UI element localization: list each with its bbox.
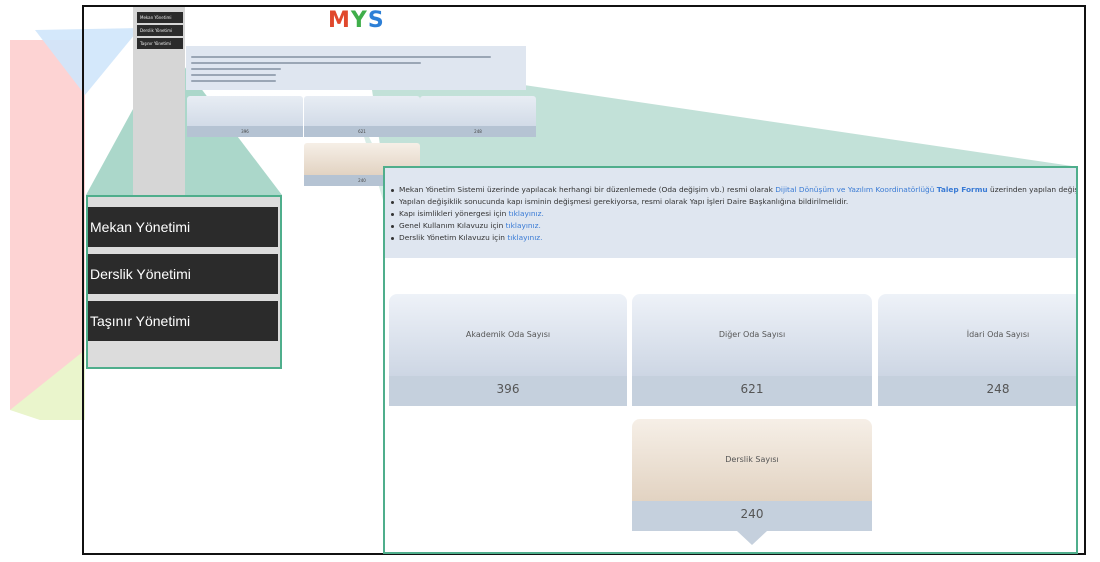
stat-value: 621 — [740, 382, 764, 396]
link-dijital-donusum[interactable]: Dijital Dönüşüm ve Yazılım Koordinatörlü… — [775, 185, 934, 194]
mini-menu-derslik[interactable]: Derslik Yönetimi — [137, 25, 183, 36]
stat-card-idari[interactable]: İdari Oda Sayısı 248 — [878, 294, 1076, 406]
notice-item: Derslik Yönetim Kılavuzu için tıklayınız… — [391, 233, 543, 242]
stat-label: Diğer Oda Sayısı — [718, 330, 786, 339]
zoomed-main-panel: Mekan Yönetim Sistemi üzerinde yapılacak… — [383, 166, 1078, 554]
stat-card-derslik[interactable]: Derslik Sayısı 240 — [632, 419, 872, 531]
mini-menu-tasinir[interactable]: Taşınır Yönetimi — [137, 38, 183, 49]
logo-letter-s: S — [367, 8, 385, 33]
menu-mekan-yonetimi[interactable]: Mekan Yönetimi — [88, 207, 278, 247]
link-genel-kilavuz[interactable]: tıklayınız. — [506, 221, 541, 230]
logo-letter-m: M — [328, 8, 351, 33]
link-derslik-kilavuz[interactable]: tıklayınız. — [507, 233, 542, 242]
mys-logo: MYS — [328, 10, 384, 40]
notice-box: Mekan Yönetim Sistemi üzerinde yapılacak… — [385, 168, 1076, 258]
logo-letters: MYS — [328, 10, 384, 32]
notice-item: Genel Kullanım Kılavuzu için tıklayınız. — [391, 221, 541, 230]
mini-menu-mekan[interactable]: Mekan Yönetimi — [137, 12, 183, 23]
stat-label: İdari Oda Sayısı — [966, 330, 1030, 339]
logo-letter-y: Y — [350, 8, 368, 33]
notice-item: Mekan Yönetim Sistemi üzerinde yapılacak… — [391, 185, 1076, 194]
mini-info-box — [186, 46, 526, 90]
stat-value: 396 — [496, 382, 520, 396]
mini-card-diger-value: 621 — [304, 126, 420, 137]
stat-card-akademik[interactable]: Akademik Oda Sayısı 396 — [389, 294, 627, 406]
link-talep-formu[interactable]: Talep Formu — [937, 185, 988, 194]
stat-value: 240 — [740, 507, 764, 521]
notice-item: Yapılan değişiklik sonucunda kapı ismini… — [391, 197, 848, 206]
stat-label: Derslik Sayısı — [725, 455, 779, 464]
notice-item: Kapı isimlikleri yönergesi için tıklayın… — [391, 209, 544, 218]
menu-tasinir-yonetimi[interactable]: Taşınır Yönetimi — [88, 301, 278, 341]
mini-card-akademik-value: 396 — [187, 126, 303, 137]
stat-card-diger[interactable]: Diğer Oda Sayısı 621 — [632, 294, 872, 406]
card-pointer-arrow — [737, 531, 767, 545]
stat-value: 248 — [986, 382, 1010, 396]
mini-card-idari-value: 248 — [420, 126, 536, 137]
logo-subtitle — [328, 32, 384, 40]
menu-derslik-yonetimi[interactable]: Derslik Yönetimi — [88, 254, 278, 294]
link-kapi-isimlikleri[interactable]: tıklayınız. — [509, 209, 544, 218]
stat-label: Akademik Oda Sayısı — [465, 330, 551, 339]
